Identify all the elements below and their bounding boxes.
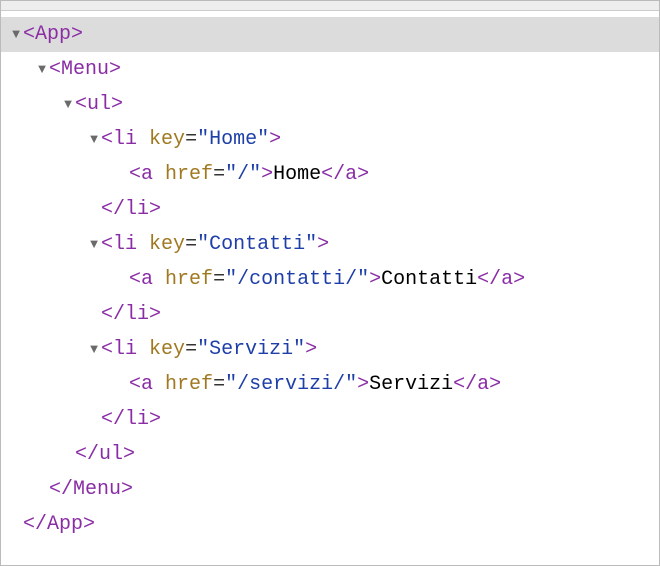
tree-row-ul-close[interactable]: ▼</ul> [1,437,659,472]
text-node: Servizi [369,373,453,396]
tag-name: li [125,408,149,431]
panel-top-bar [1,1,659,11]
tag-name: li [113,338,137,361]
attr-name-href: href [165,163,213,186]
tag-name: ul [87,93,111,116]
tree-row-a[interactable]: <a href="/servizi/">Servizi</a> [1,367,659,402]
tag-name: a [477,373,489,396]
dom-tree: ▼<App> ▼<Menu> ▼<ul> ▼<li key="Home"> <a… [1,11,659,542]
tag-name: a [141,163,153,186]
tag-name: a [141,373,153,396]
tree-row-li-open[interactable]: ▼<li key="Servizi"> [1,332,659,367]
tree-row-a[interactable]: <a href="/contatti/">Contatti</a> [1,262,659,297]
tag-name: Menu [61,58,109,81]
attr-name-href: href [165,268,213,291]
tag-name: li [125,198,149,221]
tag-name: App [47,513,83,536]
tag-name: a [141,268,153,291]
tree-row-app-open[interactable]: ▼<App> [1,17,659,52]
tag-name: li [113,233,137,256]
text-node: Contatti [381,268,477,291]
tree-row-menu-close[interactable]: ▼</Menu> [1,472,659,507]
attr-value-href: "/contatti/" [225,268,369,291]
tree-row-li-close[interactable]: ▼</li> [1,297,659,332]
disclosure-triangle-icon[interactable]: ▼ [9,24,23,44]
attr-value-href: "/" [225,163,261,186]
tree-row-li-open[interactable]: ▼<li key="Home"> [1,122,659,157]
attr-name-key: key [149,128,185,151]
tag-name: App [35,23,71,46]
attr-value-key: "Contatti" [197,233,317,256]
tree-row-li-close[interactable]: ▼</li> [1,402,659,437]
attr-name-href: href [165,373,213,396]
disclosure-triangle-icon[interactable]: ▼ [61,94,75,114]
disclosure-triangle-icon[interactable]: ▼ [87,129,101,149]
tag-name: ul [99,443,123,466]
attr-value-key: "Home" [197,128,269,151]
attr-name-key: key [149,233,185,256]
angle-open: < [49,58,61,81]
angle-open: < [75,93,87,116]
tag-name: li [125,303,149,326]
tree-row-ul-open[interactable]: ▼<ul> [1,87,659,122]
angle-open: < [23,23,35,46]
disclosure-triangle-icon[interactable]: ▼ [87,234,101,254]
tree-row-li-close[interactable]: ▼</li> [1,192,659,227]
devtools-elements-panel: ▼<App> ▼<Menu> ▼<ul> ▼<li key="Home"> <a… [0,0,660,566]
attr-value-key: "Servizi" [197,338,305,361]
disclosure-triangle-icon[interactable]: ▼ [35,59,49,79]
tag-name: Menu [73,478,121,501]
tree-row-li-open[interactable]: ▼<li key="Contatti"> [1,227,659,262]
angle-close: > [71,23,83,46]
tree-row-app-close[interactable]: ▼</App> [1,507,659,542]
angle-close: > [109,58,121,81]
tag-name: li [113,128,137,151]
angle-close: > [111,93,123,116]
tree-row-menu-open[interactable]: ▼<Menu> [1,52,659,87]
tree-row-a[interactable]: <a href="/">Home</a> [1,157,659,192]
text-node: Home [273,163,321,186]
disclosure-triangle-icon[interactable]: ▼ [87,339,101,359]
attr-value-href: "/servizi/" [225,373,357,396]
tag-name: a [501,268,513,291]
attr-name-key: key [149,338,185,361]
tag-name: a [345,163,357,186]
